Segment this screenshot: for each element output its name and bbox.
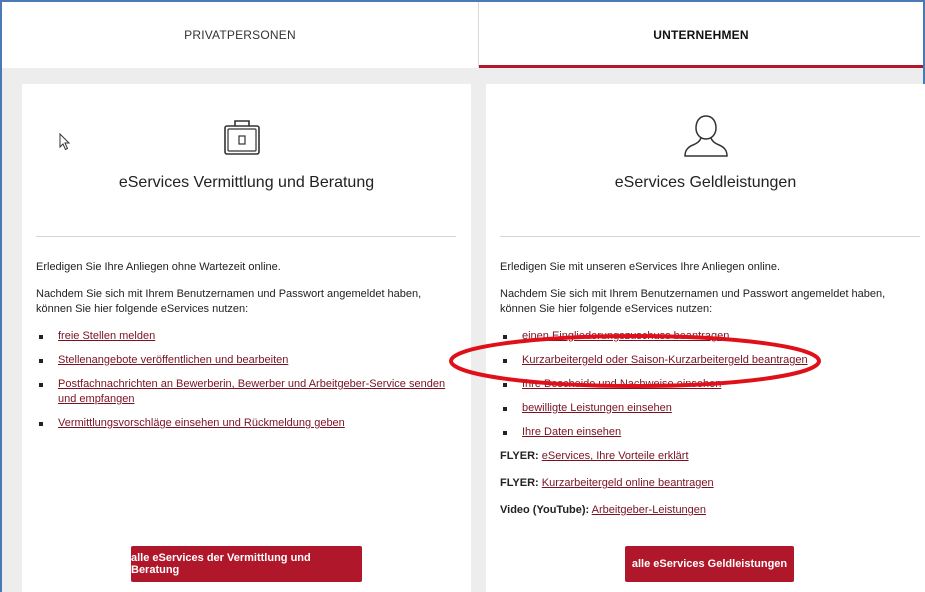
link-flyer-eservices[interactable]: eServices, Ihre Vorteile erklärt	[542, 450, 689, 462]
person-icon	[684, 115, 728, 157]
link-stellenangebote[interactable]: Stellenangebote veröffentlichen und bear…	[58, 354, 288, 366]
audience-tabs: PRIVATPERSONEN UNTERNEHMEN	[2, 2, 923, 68]
link-bewilligte-leistungen[interactable]: bewilligte Leistungen einsehen	[522, 402, 672, 414]
list-item: Vermittlungsvorschläge einsehen und Rück…	[36, 416, 456, 431]
link-vermittlungsvorschlaege[interactable]: Vermittlungsvorschläge einsehen und Rück…	[58, 417, 345, 429]
login-note: Nachdem Sie sich mit Ihrem Benutzernamen…	[500, 288, 886, 315]
service-list: freie Stellen melden Stellenangebote ver…	[36, 329, 456, 431]
all-geldleistungen-button[interactable]: alle eServices Geldleistungen	[625, 546, 794, 582]
card-title: eServices Geldleistungen	[614, 174, 797, 191]
list-item: Ihre Bescheide und Nachweise einsehen	[500, 377, 920, 392]
card-body: Erledigen Sie Ihre Anliegen ohne Warteze…	[36, 260, 456, 440]
flyer-line: FLYER: Kurzarbeitergeld online beantrage…	[500, 476, 920, 491]
video-label: Video (YouTube):	[500, 504, 590, 516]
flyer-label: FLYER:	[500, 477, 539, 489]
tab-privatpersonen[interactable]: PRIVATPERSONEN	[2, 2, 479, 68]
browser-frame: PRIVATPERSONEN UNTERNEHMEN eServices Ver…	[0, 0, 925, 592]
service-list: einen Eingliederungszuschuss beantragen …	[500, 329, 920, 440]
card-title: eServices Vermittlung und Beratung	[118, 174, 375, 191]
link-freie-stellen-melden[interactable]: freie Stellen melden	[58, 330, 155, 342]
list-item: Stellenangebote veröffentlichen und bear…	[36, 353, 456, 368]
list-item: bewilligte Leistungen einsehen	[500, 401, 920, 416]
all-vermittlung-services-button[interactable]: alle eServices der Vermittlung und Berat…	[131, 546, 362, 582]
list-item: Postfachnachrichten an Bewerberin, Bewer…	[36, 377, 456, 407]
list-item: Kurzarbeitergeld oder Saison-Kurzarbeite…	[500, 353, 920, 368]
link-bescheide-nachweise[interactable]: Ihre Bescheide und Nachweise einsehen	[522, 378, 721, 390]
card-geldleistungen: eServices Geldleistungen Erledigen Sie m…	[486, 84, 925, 592]
divider	[36, 236, 456, 237]
card-body: Erledigen Sie mit unseren eServices Ihre…	[500, 260, 920, 530]
frame-border-left	[0, 0, 2, 592]
briefcase-icon	[224, 120, 260, 155]
login-note: Nachdem Sie sich mit Ihrem Benutzernamen…	[36, 288, 422, 315]
flyer-label: FLYER:	[500, 450, 539, 462]
divider	[500, 236, 920, 237]
video-line: Video (YouTube): Arbeitgeber-Leistungen	[500, 503, 920, 518]
link-kurzarbeitergeld-beantragen[interactable]: Kurzarbeitergeld oder Saison-Kurzarbeite…	[522, 354, 808, 366]
flyer-line: FLYER: eServices, Ihre Vorteile erklärt	[500, 449, 920, 464]
card-vermittlung-beratung: eServices Vermittlung und Beratung Erled…	[22, 84, 471, 592]
link-eingliederungszuschuss[interactable]: einen Eingliederungszuschuss beantragen	[522, 330, 729, 342]
link-ihre-daten[interactable]: Ihre Daten einsehen	[522, 426, 621, 438]
mouse-cursor-icon	[59, 133, 71, 151]
intro-text: Erledigen Sie Ihre Anliegen ohne Warteze…	[36, 261, 281, 273]
list-item: Ihre Daten einsehen	[500, 425, 920, 440]
list-item: freie Stellen melden	[36, 329, 456, 344]
link-postfachnachrichten[interactable]: Postfachnachrichten an Bewerberin, Bewer…	[58, 378, 445, 405]
link-video-arbeitgeber[interactable]: Arbeitgeber-Leistungen	[592, 504, 706, 516]
intro-text: Erledigen Sie mit unseren eServices Ihre…	[500, 261, 781, 273]
list-item: einen Eingliederungszuschuss beantragen	[500, 329, 920, 344]
link-flyer-kurzarbeitergeld[interactable]: Kurzarbeitergeld online beantragen	[542, 477, 714, 489]
tab-unternehmen[interactable]: UNTERNEHMEN	[479, 2, 923, 68]
